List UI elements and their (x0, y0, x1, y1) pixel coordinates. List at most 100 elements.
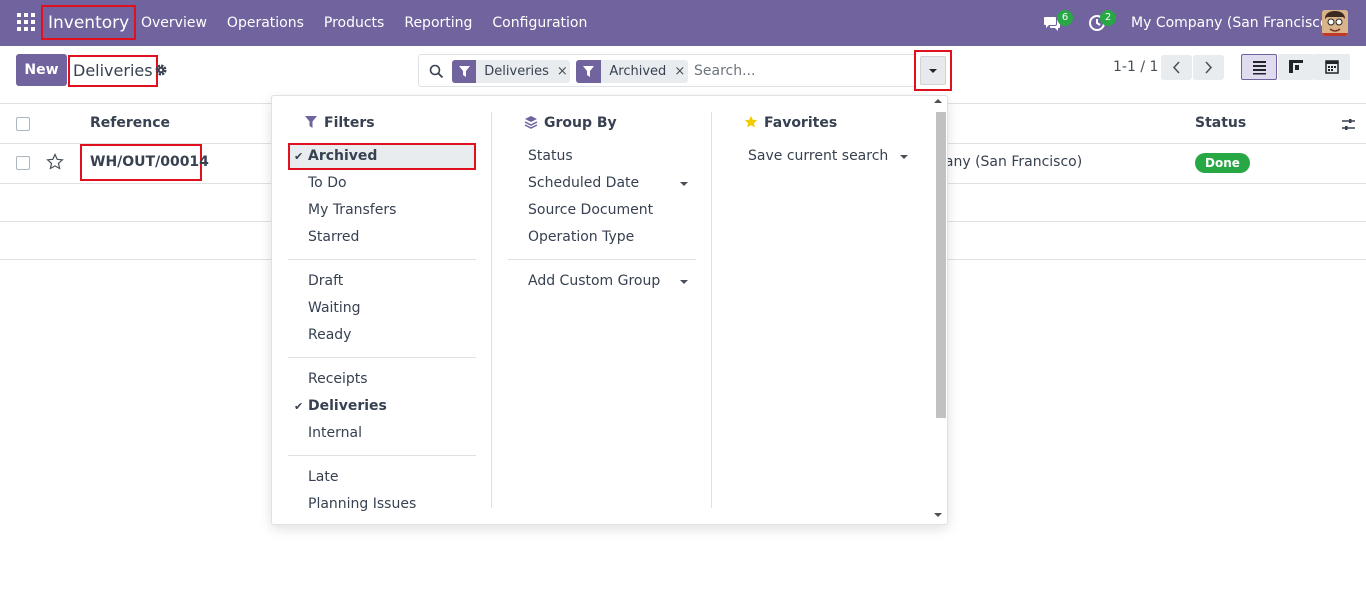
select-all-checkbox[interactable] (16, 117, 30, 131)
filter-item-label: Ready (308, 327, 352, 343)
apps-menu-icon[interactable] (17, 13, 35, 31)
menu-products[interactable]: Products (324, 0, 384, 46)
filter-item-label: Internal (308, 425, 362, 441)
pager-value[interactable]: 1-1 / 1 (1113, 59, 1158, 75)
filter-item-label: To Do (308, 175, 347, 191)
chevron-left-icon (1172, 61, 1180, 74)
filter-item-waiting[interactable]: Waiting (288, 295, 476, 322)
filter-item-label: Planning Issues (308, 496, 417, 512)
group-by-title: Group By (524, 115, 617, 131)
filter-item-label: Waiting (308, 300, 361, 316)
company-cell: pany (San Francisco) (936, 154, 1083, 170)
layers-icon (524, 116, 538, 129)
main-menu: Overview Operations Products Reporting C… (141, 0, 607, 46)
search-options-toggle[interactable] (914, 50, 952, 91)
top-navbar: Inventory Overview Operations Products R… (0, 0, 1366, 46)
star-icon[interactable] (46, 153, 64, 171)
app-name[interactable]: Inventory (41, 5, 137, 40)
group-by-label: Status (528, 148, 573, 164)
divider (288, 259, 476, 260)
scroll-down-arrow-icon[interactable] (934, 513, 942, 517)
user-avatar[interactable] (1322, 10, 1348, 36)
menu-configuration[interactable]: Configuration (492, 0, 587, 46)
optional-columns-icon[interactable] (1341, 117, 1356, 132)
filter-item-late[interactable]: Late (288, 464, 476, 491)
check-icon: ✔ (294, 400, 304, 413)
filter-item-archived[interactable]: ✔ Archived (288, 143, 476, 170)
favorites-column: Favorites Save current search (728, 96, 918, 524)
filters-title-label: Filters (324, 115, 375, 131)
filter-icon (452, 60, 477, 83)
column-header-reference[interactable]: Reference (90, 115, 170, 131)
pager-previous-button[interactable] (1161, 55, 1192, 80)
row-checkbox[interactable] (16, 156, 30, 170)
filter-item-label: Late (308, 469, 339, 485)
filter-item-starred[interactable]: Starred (288, 224, 476, 251)
messages-badge: 6 (1057, 10, 1073, 26)
filter-item-receipts[interactable]: Receipts (288, 366, 476, 393)
search-icon[interactable] (429, 64, 444, 79)
search-input[interactable] (694, 59, 914, 83)
menu-operations[interactable]: Operations (227, 0, 304, 46)
add-custom-group-select[interactable]: Add Custom Group (508, 268, 696, 295)
filter-item-internal[interactable]: Internal (288, 420, 476, 447)
facet-label: Archived (609, 64, 667, 79)
divider (288, 455, 476, 456)
facet-label: Deliveries (484, 64, 549, 79)
search-facet-archived: Archived × (576, 60, 688, 83)
star-icon (744, 115, 758, 128)
group-by-operation-type[interactable]: Operation Type (508, 224, 696, 251)
caret-down-icon (900, 155, 908, 159)
scrollbar-thumb[interactable] (936, 112, 946, 418)
column-header-status[interactable]: Status (1195, 115, 1246, 131)
filter-item-label: Receipts (308, 371, 368, 387)
menu-reporting[interactable]: Reporting (404, 0, 472, 46)
reference-cell[interactable]: WH/OUT/00014 (80, 144, 209, 181)
gear-icon[interactable] (154, 63, 168, 77)
filter-item-ready[interactable]: Ready (288, 322, 476, 349)
filters-column: Filters ✔ Archived To Do My Transfers Sta… (288, 96, 476, 524)
calendar-view-button[interactable] (1314, 54, 1350, 80)
group-by-scheduled-date[interactable]: Scheduled Date (508, 170, 696, 197)
group-by-label: Operation Type (528, 229, 635, 245)
dropdown-scrollbar[interactable] (934, 112, 946, 524)
list-icon (1253, 61, 1266, 75)
divider (491, 112, 492, 508)
filter-item-label: Deliveries (308, 398, 387, 414)
calendar-icon (1325, 60, 1339, 74)
filter-item-planning-issues[interactable]: Planning Issues (288, 491, 476, 518)
menu-overview[interactable]: Overview (141, 0, 207, 46)
favorites-title: Favorites (744, 115, 837, 131)
scroll-up-arrow-icon[interactable] (934, 99, 942, 103)
group-by-label: Scheduled Date (528, 175, 640, 191)
divider (508, 259, 696, 260)
remove-facet-icon[interactable]: × (557, 60, 570, 83)
group-by-column: Group By Status Scheduled Date Source Do… (508, 96, 698, 524)
kanban-view-button[interactable] (1278, 54, 1314, 80)
search-options-dropdown: Filters ✔ Archived To Do My Transfers Sta… (271, 95, 948, 525)
pager-next-button[interactable] (1193, 55, 1224, 80)
caret-down-icon (680, 182, 688, 186)
filter-item-label: Starred (308, 229, 360, 245)
filter-item-to-do[interactable]: To Do (288, 170, 476, 197)
check-icon: ✔ (294, 150, 304, 163)
filter-item-label: Draft (308, 273, 344, 289)
group-by-source-document[interactable]: Source Document (508, 197, 696, 224)
company-switcher[interactable]: My Company (San Francisco) (1131, 0, 1334, 46)
save-current-search-label: Save current search (748, 148, 889, 164)
divider (711, 112, 712, 508)
caret-down-icon (929, 69, 937, 73)
filter-item-my-transfers[interactable]: My Transfers (288, 197, 476, 224)
filter-item-deliveries[interactable]: ✔ Deliveries (288, 393, 476, 420)
list-view-button[interactable] (1241, 54, 1277, 80)
new-button[interactable]: New (16, 54, 67, 86)
remove-facet-icon[interactable]: × (674, 60, 688, 83)
chevron-right-icon (1205, 61, 1213, 74)
save-current-search-toggle[interactable]: Save current search (728, 143, 916, 170)
filter-item-label: Archived (308, 148, 378, 164)
group-by-status[interactable]: Status (508, 143, 696, 170)
filter-icon (576, 60, 602, 83)
activities-badge: 2 (1100, 10, 1116, 26)
filter-item-draft[interactable]: Draft (288, 268, 476, 295)
divider (288, 357, 476, 358)
